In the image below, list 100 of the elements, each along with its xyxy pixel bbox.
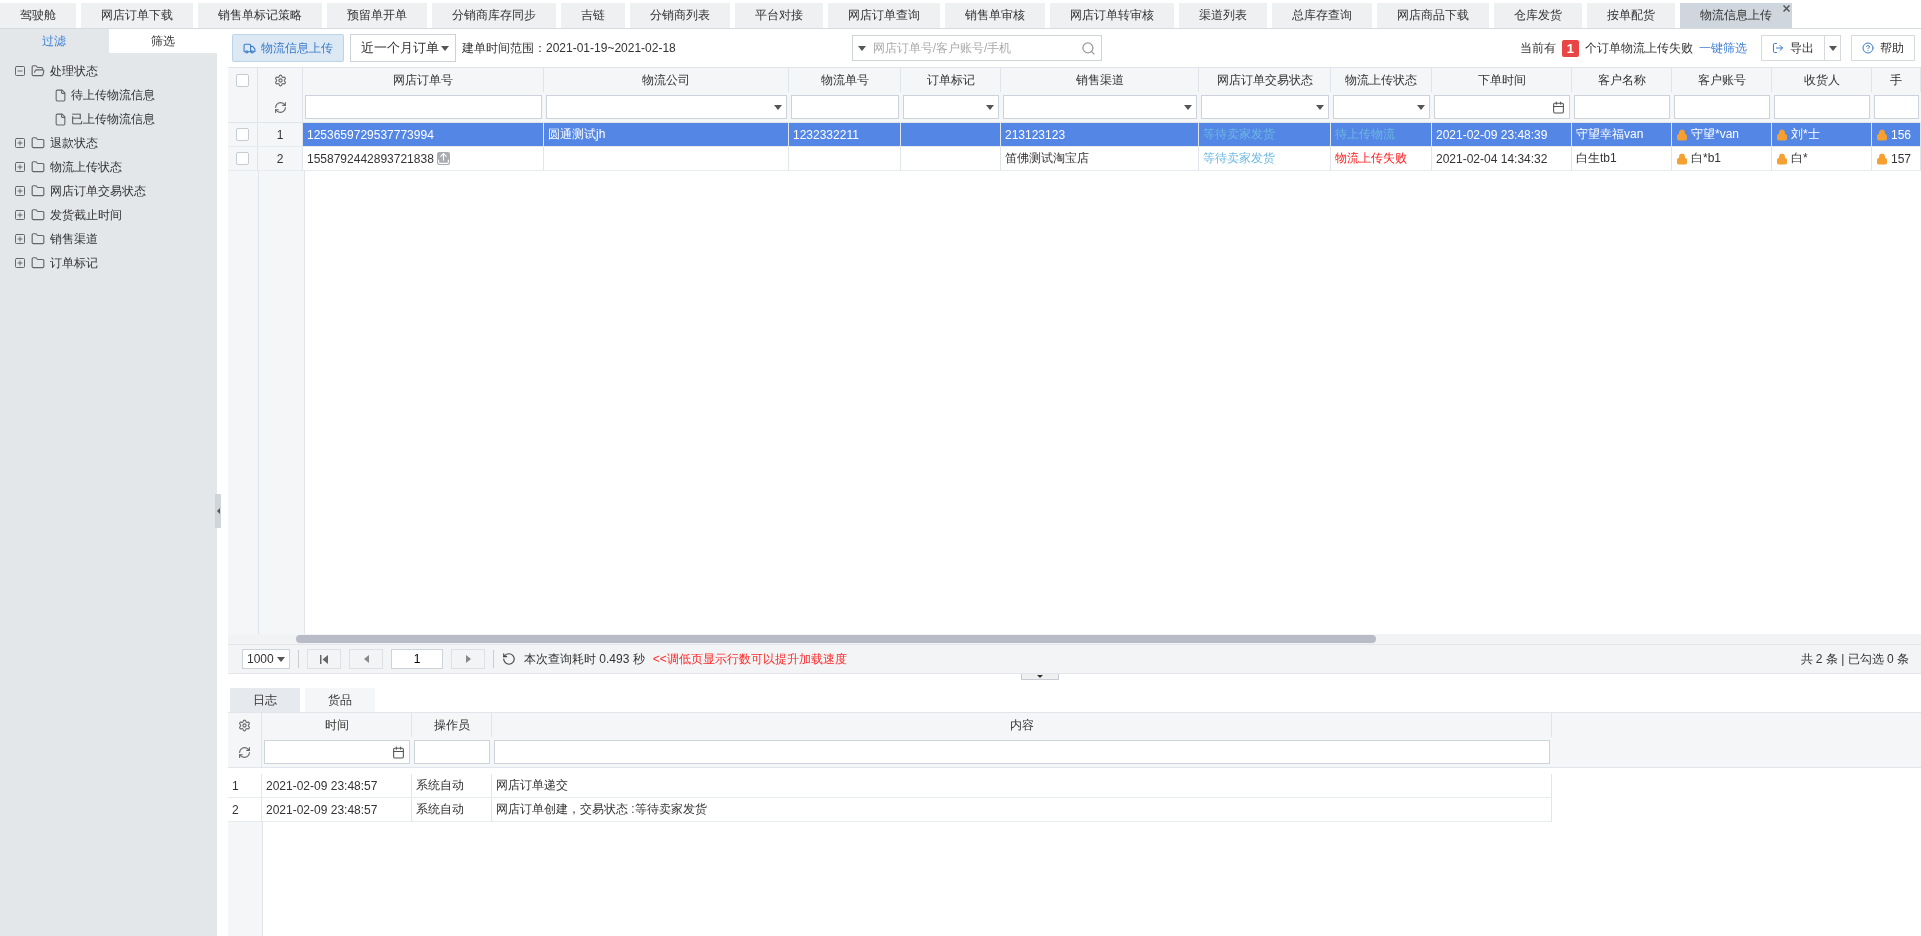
expand-icon[interactable] (14, 233, 26, 245)
nav-tab[interactable]: 驾驶舱 (0, 3, 76, 28)
row-checkbox[interactable] (236, 128, 249, 141)
expand-icon[interactable] (14, 257, 26, 269)
previous-page-button[interactable] (349, 649, 383, 669)
column-header: 手 (1890, 71, 1902, 89)
nav-tab[interactable]: 渠道列表 (1179, 3, 1267, 28)
tree-item[interactable]: 已上传物流信息 (71, 110, 155, 128)
settings-icon[interactable] (238, 718, 251, 732)
collapse-icon[interactable] (14, 65, 26, 77)
tree-item[interactable]: 处理状态 (50, 62, 98, 80)
help-button[interactable]: 帮助 (1851, 35, 1915, 61)
filter-link[interactable]: 一键筛选 (1699, 39, 1747, 57)
next-page-button[interactable] (451, 649, 485, 669)
column-header: 内容 (1009, 716, 1034, 734)
nav-tab[interactable]: 分销商库存同步 (432, 3, 556, 28)
nav-tab[interactable]: 销售单审核 (945, 3, 1045, 28)
panel-tab[interactable]: 货品 (305, 688, 375, 712)
caret-icon (1316, 104, 1324, 110)
tree-item[interactable]: 物流上传状态 (50, 158, 122, 176)
filter-field[interactable] (1574, 95, 1670, 119)
nav-tab[interactable]: 网店订单转审核 (1050, 3, 1174, 28)
scrollbar-thumb[interactable] (296, 635, 1376, 643)
row-number: 1 (276, 127, 284, 142)
splitter-handle[interactable] (1020, 674, 1059, 680)
filter-dropdown[interactable] (546, 95, 787, 119)
filter-field[interactable] (494, 740, 1550, 764)
nav-tab[interactable]: 销售单标记策略 (198, 3, 322, 28)
tree-item[interactable]: 订单标记 (50, 254, 98, 272)
caret-icon (277, 656, 285, 662)
nav-tab[interactable]: 分销商列表 (630, 3, 730, 28)
upload-button[interactable]: 物流信息上传 (232, 34, 344, 62)
column-header: 物流单号 (820, 71, 869, 89)
collapse-handle[interactable] (215, 494, 221, 528)
nav-tab[interactable]: 吉链 (561, 3, 625, 28)
page-size-dropdown[interactable]: 1000 (242, 649, 290, 669)
expand-icon[interactable] (14, 185, 26, 197)
date-field[interactable] (1434, 95, 1570, 119)
table-cell: 圆通测试jh (548, 126, 606, 143)
tree-item[interactable]: 待上传物流信息 (71, 86, 155, 104)
tree-item[interactable]: 网店订单交易状态 (50, 182, 146, 200)
filter-field[interactable] (414, 740, 490, 764)
nav-tab[interactable]: 网店订单查询 (828, 3, 940, 28)
refresh-icon[interactable] (273, 100, 287, 114)
expand-icon[interactable] (14, 161, 26, 173)
column-header: 收货人 (1803, 71, 1840, 89)
first-page-button[interactable] (307, 649, 341, 669)
nav-tab[interactable]: 平台对接 (735, 3, 823, 28)
filter-field[interactable] (1874, 95, 1919, 119)
filter-dropdown[interactable] (1333, 95, 1430, 119)
table-cell: 1232332211 (793, 127, 859, 142)
expand-icon[interactable] (14, 137, 26, 149)
caret-icon (774, 104, 782, 110)
tree-item[interactable]: 发货截止时间 (50, 206, 122, 224)
table-row[interactable]: 2 1558792442893721838 笛佛测试淘宝店 等待卖家发货 物流上传失败 2021-02-04 14:34:32 白生tb1 白*b1 白* 157 (228, 147, 1921, 171)
folder-icon (31, 160, 45, 174)
expand-icon[interactable] (14, 209, 26, 221)
search-icon[interactable] (1080, 40, 1096, 56)
table-cell: 网店订单递交 (496, 777, 568, 794)
column-header: 网店订单交易状态 (1216, 71, 1313, 89)
close-icon[interactable] (1783, 5, 1790, 12)
lock-icon (1676, 128, 1688, 141)
period-dropdown[interactable]: 近一个月订单 (350, 34, 456, 62)
filter-field[interactable] (1674, 95, 1770, 119)
reload-icon[interactable] (502, 652, 516, 666)
sidebar-tab[interactable]: 筛选 (108, 29, 217, 53)
filter-dropdown[interactable] (903, 95, 999, 119)
table-cell: 1558792442893721838 (307, 151, 434, 166)
export-button[interactable]: 导出 (1761, 35, 1825, 61)
nav-tab[interactable]: 网店商品下载 (1377, 3, 1489, 28)
filter-field[interactable] (1774, 95, 1870, 119)
tree-item[interactable]: 销售渠道 (50, 230, 98, 248)
filter-dropdown[interactable] (1201, 95, 1329, 119)
date-field[interactable] (264, 740, 410, 764)
search-field[interactable]: 网店订单号/客户账号/手机 (851, 35, 1102, 61)
nav-tab[interactable]: 网店订单下载 (81, 3, 193, 28)
filter-dropdown[interactable] (1003, 95, 1197, 119)
filter-field[interactable] (791, 95, 899, 119)
table-cell: 守望幸福van (1576, 126, 1644, 143)
select-all-checkbox[interactable] (236, 73, 249, 87)
nav-tab[interactable]: 按单配货 (1587, 3, 1675, 28)
row-checkbox[interactable] (236, 152, 249, 165)
lock-icon (1876, 128, 1888, 141)
nav-tab[interactable]: 仓库发货 (1494, 3, 1582, 28)
tree-item[interactable]: 退款状态 (50, 134, 98, 152)
export-menu-button[interactable] (1825, 35, 1841, 61)
table-cell: 白*b1 (1691, 150, 1722, 167)
nav-tab[interactable]: 预留单开单 (327, 3, 427, 28)
nav-tab[interactable]: 物流信息上传 (1680, 3, 1792, 28)
nav-tab[interactable]: 总库存查询 (1272, 3, 1372, 28)
page-field[interactable]: 1 (391, 649, 443, 669)
panel-tab[interactable]: 日志 (230, 688, 300, 712)
caret-icon (1184, 104, 1192, 110)
upload-icon[interactable] (436, 152, 450, 165)
lock-icon (1876, 152, 1888, 165)
settings-icon[interactable] (273, 73, 287, 87)
table-cell: 等待卖家发货 (1203, 150, 1275, 167)
table-cell: 156 (1891, 127, 1912, 142)
filter-field[interactable] (305, 95, 542, 119)
refresh-icon[interactable] (238, 745, 251, 759)
